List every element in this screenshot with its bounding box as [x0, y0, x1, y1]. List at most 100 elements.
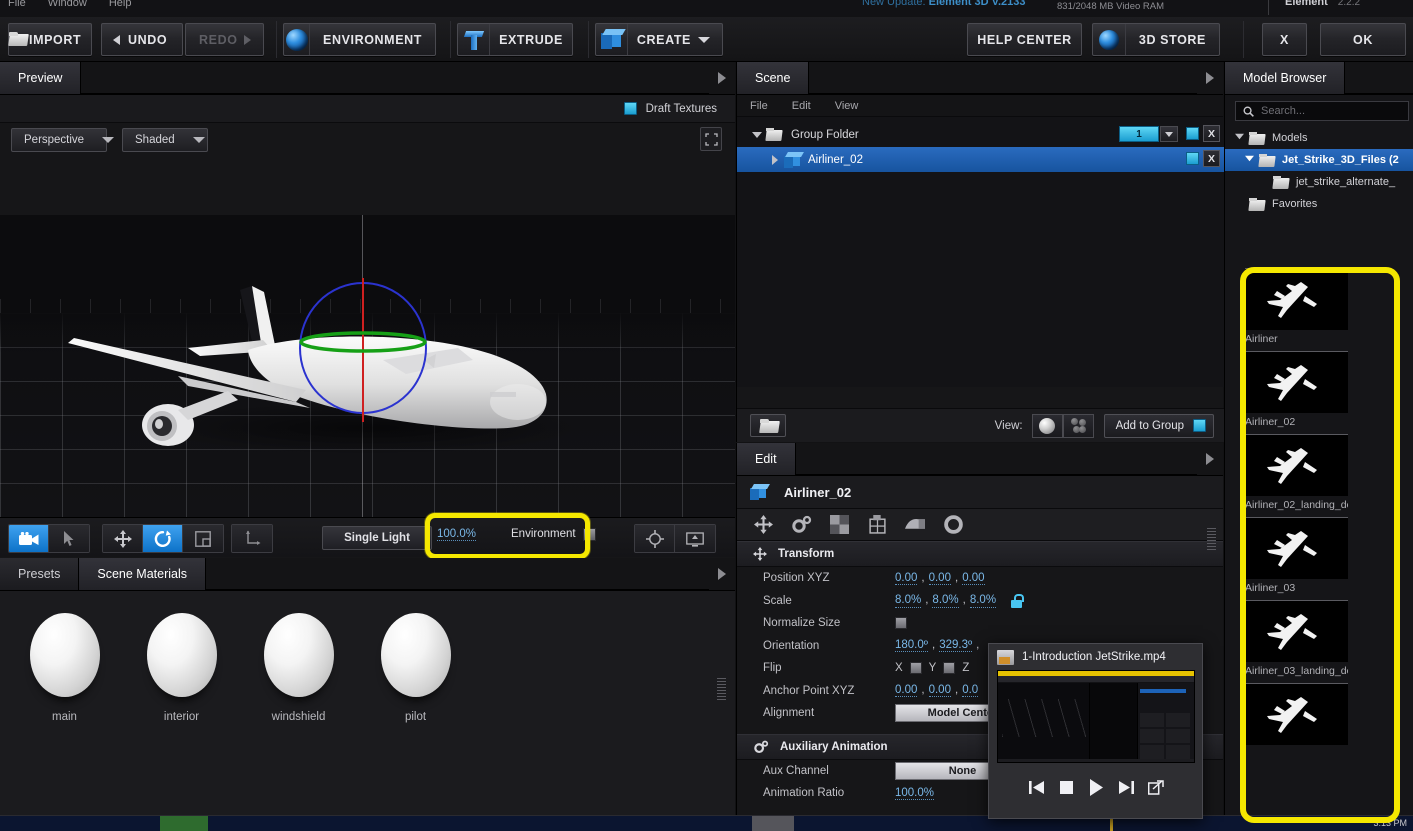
3d-store-button[interactable]: 3D STORE: [1092, 23, 1220, 56]
scale-x-value[interactable]: 8.0%: [895, 594, 922, 608]
model-thumbnail-item[interactable]: Airliner_02_landing_dow: [1245, 434, 1348, 511]
model-thumbnail-item[interactable]: Airliner_03_landing_dow: [1245, 600, 1348, 677]
environment-intensity-value[interactable]: 100.0%: [437, 528, 477, 541]
3d-viewport[interactable]: [0, 215, 735, 517]
help-center-button[interactable]: HELP CENTER: [967, 23, 1082, 56]
tab-presets[interactable]: Presets: [0, 558, 80, 590]
model-thumbnail-item[interactable]: [1245, 683, 1348, 748]
scale-tool-button[interactable]: [183, 525, 223, 552]
flip-y-checkbox[interactable]: [943, 662, 956, 675]
multi-object-tab-icon[interactable]: [861, 511, 893, 539]
position-y-value[interactable]: 0.00: [928, 572, 951, 585]
twisty-open-icon[interactable]: [748, 131, 766, 138]
material-swatch[interactable]: main: [22, 613, 107, 791]
anchor-y-value[interactable]: 0.00: [928, 684, 951, 698]
ok-button[interactable]: OK: [1320, 23, 1406, 56]
model-thumbnail-item[interactable]: Airliner_02: [1245, 351, 1348, 428]
materials-scrollbar-handle[interactable]: [717, 678, 726, 700]
orientation-x-value[interactable]: 180.0º: [895, 639, 928, 653]
prev-icon[interactable]: [1026, 777, 1047, 798]
scale-y-value[interactable]: 8.0%: [932, 594, 959, 608]
twisty-closed-icon[interactable]: [766, 154, 784, 165]
mb-tree-item-alternate[interactable]: jet_strike_alternate_: [1225, 171, 1413, 193]
delete-row-button[interactable]: X: [1203, 125, 1220, 142]
tab-preview[interactable]: Preview: [0, 62, 82, 94]
cancel-button[interactable]: X: [1262, 23, 1307, 56]
menu-file[interactable]: File: [8, 0, 26, 9]
anchor-z-value[interactable]: 0.0: [962, 684, 979, 698]
import-button[interactable]: IMPORT: [8, 23, 92, 56]
section-header-transform[interactable]: Transform: [737, 541, 1223, 567]
position-x-value[interactable]: 0.00: [895, 572, 918, 585]
visibility-toggle[interactable]: [1186, 127, 1199, 140]
axis-tool-button[interactable]: [232, 525, 272, 552]
center-view-button[interactable]: [635, 525, 675, 552]
taskbar-item[interactable]: [752, 816, 794, 831]
redo-button[interactable]: REDO: [185, 23, 264, 56]
scene-row-group-folder[interactable]: Group Folder 1 X: [737, 122, 1224, 147]
stop-icon[interactable]: [1056, 777, 1077, 798]
edit-scrollbar-handle[interactable]: [1207, 528, 1216, 550]
position-z-value[interactable]: 0.00: [962, 572, 985, 585]
draft-textures-checkbox[interactable]: [623, 102, 637, 115]
extrude-tab-icon[interactable]: [899, 511, 931, 539]
mb-tree-item-favorites[interactable]: Favorites: [1225, 193, 1413, 215]
settings-tab-icon[interactable]: [937, 511, 969, 539]
next-icon[interactable]: [1116, 777, 1137, 798]
scene-panel-menu-button[interactable]: [1197, 62, 1223, 94]
view-multi-button[interactable]: [1062, 413, 1094, 438]
environment-checkbox[interactable]: [583, 528, 596, 541]
create-button[interactable]: CREATE: [595, 23, 723, 56]
mb-tree-item-jet-strike[interactable]: Jet_Strike_3D_Files (2: [1225, 149, 1413, 171]
material-swatch[interactable]: pilot: [373, 613, 458, 791]
animation-tab-icon[interactable]: [785, 511, 817, 539]
transform-tab-icon[interactable]: [747, 511, 779, 539]
preview-panel-menu-button[interactable]: [709, 62, 735, 94]
scene-menu-edit[interactable]: Edit: [792, 100, 811, 112]
fullscreen-toggle-button[interactable]: [700, 127, 722, 151]
environment-button[interactable]: ENVIRONMENT: [283, 23, 436, 56]
add-to-group-button[interactable]: Add to Group: [1103, 413, 1214, 438]
play-icon[interactable]: [1086, 777, 1107, 798]
menu-window[interactable]: Window: [48, 0, 87, 9]
video-thumbnail[interactable]: [997, 670, 1195, 763]
lock-icon[interactable]: [1011, 593, 1024, 608]
normalize-size-checkbox[interactable]: [895, 617, 907, 630]
group-count-field[interactable]: 1: [1119, 126, 1159, 142]
camera-mode-dropdown[interactable]: Perspective: [11, 128, 115, 152]
scene-menu-view[interactable]: View: [835, 100, 859, 112]
move-tool-button[interactable]: [103, 525, 143, 552]
tab-edit[interactable]: Edit: [737, 443, 796, 475]
scene-menu-file[interactable]: File: [750, 100, 768, 112]
scale-z-value[interactable]: 8.0%: [969, 594, 997, 608]
edit-panel-menu-button[interactable]: [1197, 443, 1223, 475]
new-group-folder-button[interactable]: +: [750, 414, 786, 437]
mb-tree-item-models[interactable]: Models: [1225, 127, 1413, 149]
video-preview-popup[interactable]: 1-Introduction JetStrike.mp4: [988, 643, 1203, 819]
undo-button[interactable]: UNDO: [101, 23, 183, 56]
materials-panel-menu-button[interactable]: [709, 558, 735, 590]
materials-tab-icon[interactable]: [823, 511, 855, 539]
extrude-button[interactable]: EXTRUDE: [457, 23, 573, 56]
animation-ratio-value[interactable]: 100.0%: [895, 787, 935, 800]
view-single-button[interactable]: [1031, 413, 1063, 438]
camera-tool-button[interactable]: [9, 525, 49, 552]
twisty-open-icon-jet[interactable]: [1245, 154, 1259, 166]
tab-model-browser[interactable]: Model Browser: [1225, 62, 1346, 94]
twisty-open-icon[interactable]: [1235, 132, 1249, 144]
delete-row-button[interactable]: X: [1203, 150, 1220, 167]
material-swatch[interactable]: windshield: [256, 613, 341, 791]
search-input[interactable]: Search...: [1235, 101, 1409, 121]
taskbar-item[interactable]: [160, 816, 208, 831]
model-thumbnail-item[interactable]: Airliner: [1245, 268, 1348, 345]
material-swatch[interactable]: interior: [139, 613, 224, 791]
screenshot-button[interactable]: [675, 525, 715, 552]
rotate-tool-button[interactable]: [143, 525, 183, 552]
visibility-toggle[interactable]: [1186, 152, 1199, 165]
menu-help[interactable]: Help: [109, 0, 132, 9]
flip-x-checkbox[interactable]: [909, 662, 922, 675]
select-tool-button[interactable]: [49, 525, 89, 552]
update-notice[interactable]: New Update: Element 3D V.2133: [862, 0, 1025, 8]
add-to-group-checkbox[interactable]: [1193, 419, 1206, 432]
tab-scene[interactable]: Scene: [737, 62, 810, 94]
